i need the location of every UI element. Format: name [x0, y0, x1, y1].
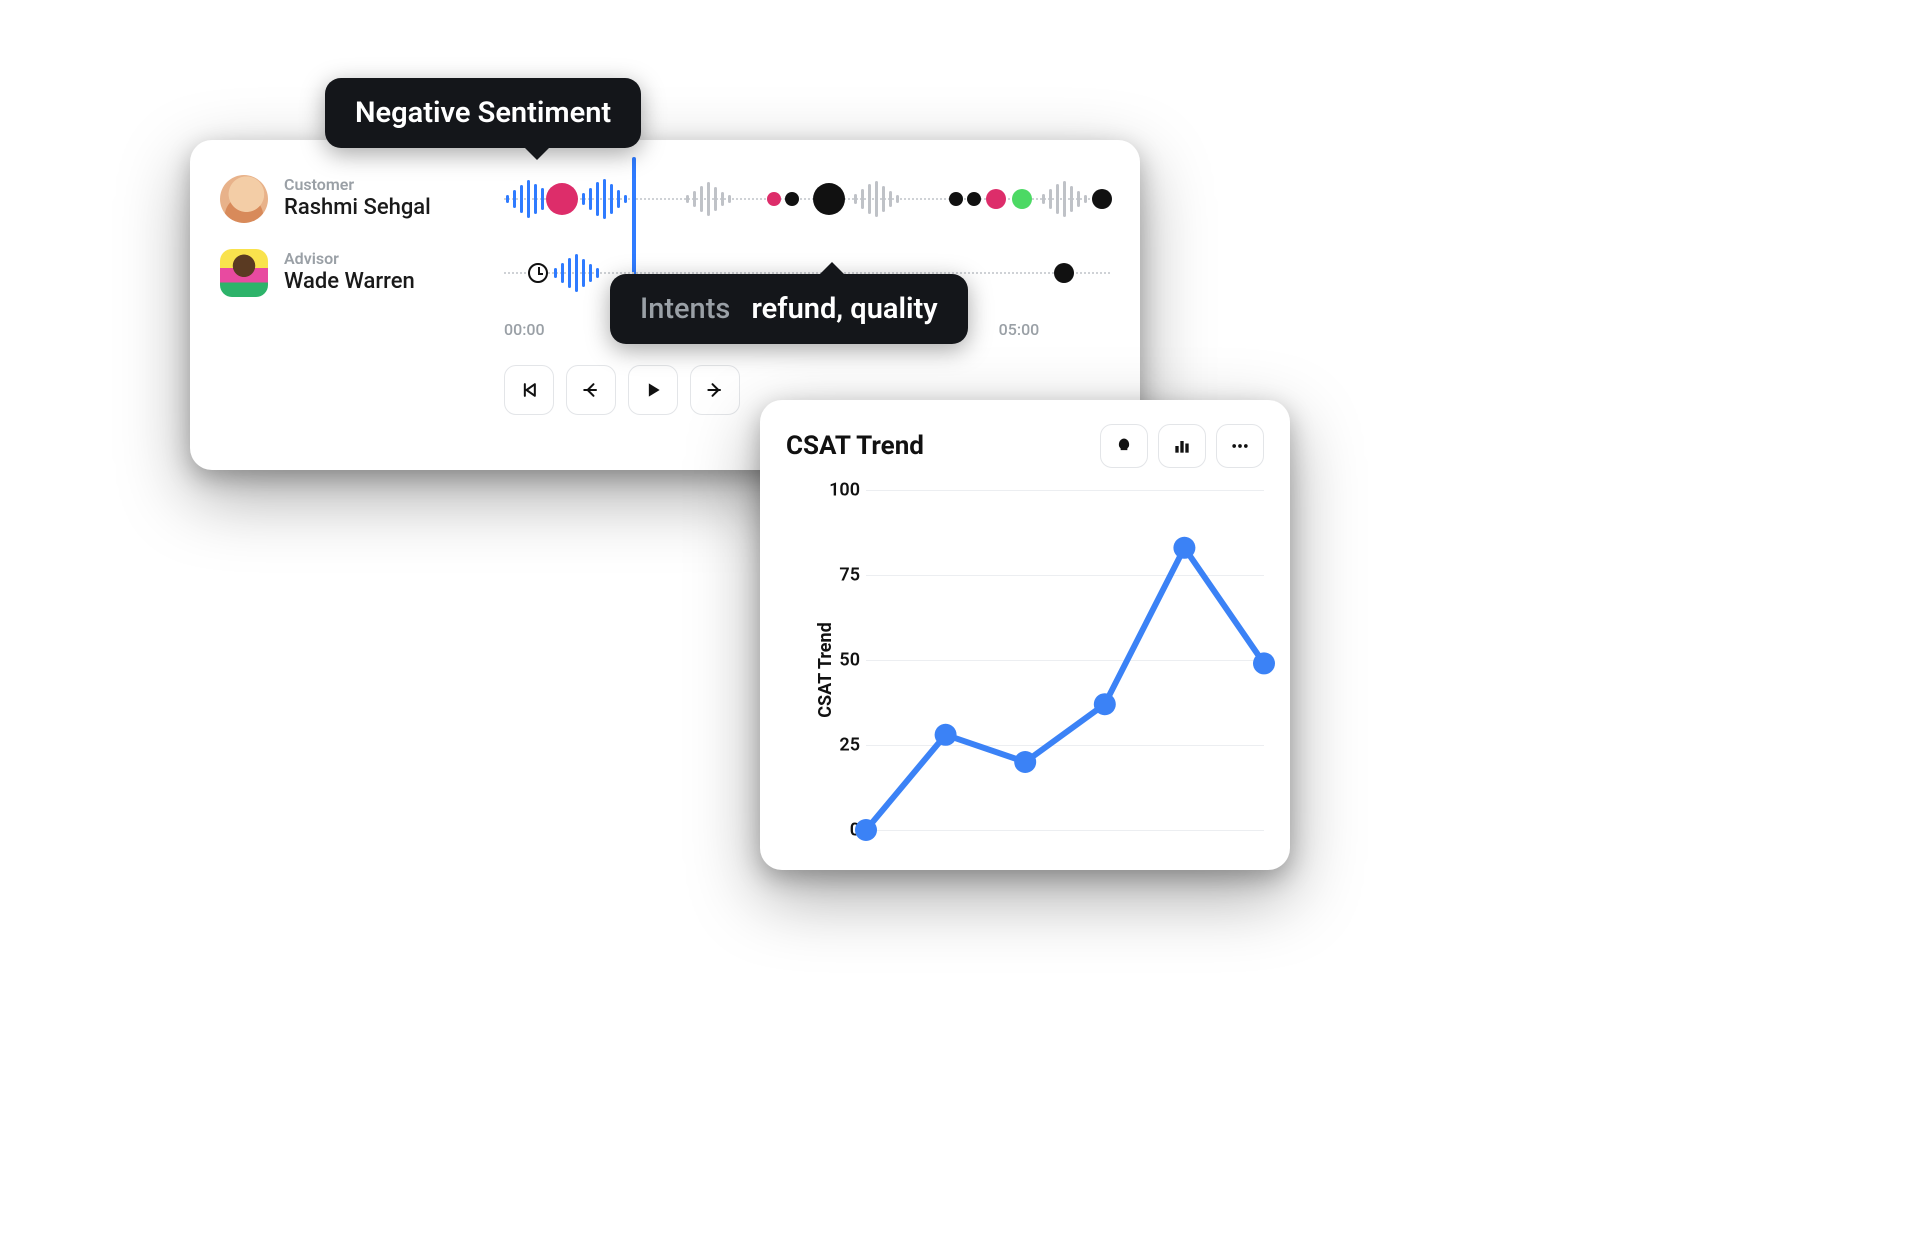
event-marker[interactable]	[1054, 263, 1074, 283]
more-button[interactable]	[1216, 424, 1264, 468]
intents-tooltip: Intents refund, quality	[610, 274, 968, 344]
time-tick: 00:00	[504, 320, 615, 339]
intents-tooltip-value: refund, quality	[752, 292, 938, 326]
event-marker[interactable]	[949, 192, 963, 206]
ellipsis-icon	[1229, 436, 1251, 456]
play-icon	[643, 380, 663, 400]
event-marker[interactable]	[967, 192, 981, 206]
advisor-avatar	[220, 249, 268, 297]
time-tick: 05:00	[999, 320, 1110, 339]
skip-start-icon	[519, 380, 539, 400]
chart-type-button[interactable]	[1158, 424, 1206, 468]
customer-avatar	[220, 175, 268, 223]
sentiment-tooltip: Negative Sentiment	[325, 78, 641, 148]
sentiment-tooltip-text: Negative Sentiment	[355, 96, 611, 130]
chart-plot-area: 100 75 50 25 0	[866, 490, 1264, 830]
event-marker[interactable]	[767, 192, 781, 206]
arrow-right-icon	[705, 380, 725, 400]
arrow-left-icon	[581, 380, 601, 400]
y-tick: 100	[816, 480, 860, 501]
advisor-name: Wade Warren	[284, 268, 504, 296]
chart-title: CSAT Trend	[786, 431, 924, 461]
intents-marker[interactable]	[813, 183, 845, 215]
clock-marker-icon	[528, 263, 548, 283]
event-marker[interactable]	[785, 192, 799, 206]
skip-start-button[interactable]	[504, 365, 554, 415]
y-tick: 50	[816, 650, 860, 671]
customer-name: Rashmi Sehgal	[284, 194, 504, 222]
event-marker[interactable]	[986, 189, 1006, 209]
step-forward-button[interactable]	[690, 365, 740, 415]
insight-button[interactable]	[1100, 424, 1148, 468]
event-marker[interactable]	[1092, 189, 1112, 209]
y-tick: 75	[816, 565, 860, 586]
customer-row: Customer Rashmi Sehgal	[220, 168, 1110, 230]
line-chart-points	[866, 490, 1264, 830]
step-back-button[interactable]	[566, 365, 616, 415]
csat-trend-card: CSAT Trend CSAT Trend	[760, 400, 1290, 870]
customer-role-label: Customer	[284, 176, 504, 194]
advisor-role-label: Advisor	[284, 250, 504, 268]
bar-chart-icon	[1172, 436, 1192, 456]
customer-audio-track[interactable]	[504, 175, 1110, 223]
y-tick: 25	[816, 735, 860, 756]
intents-tooltip-label: Intents	[640, 292, 730, 326]
play-button[interactable]	[628, 365, 678, 415]
event-marker[interactable]	[1012, 189, 1032, 209]
sentiment-marker-negative[interactable]	[546, 183, 578, 215]
y-tick: 0	[816, 820, 860, 841]
lightbulb-icon	[1114, 436, 1134, 456]
